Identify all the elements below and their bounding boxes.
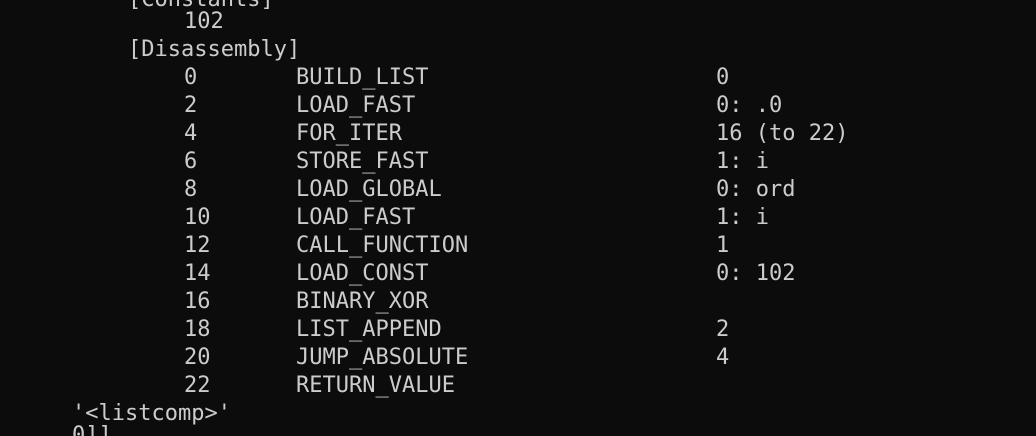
instruction-opcode: STORE_FAST: [296, 149, 429, 174]
instruction-row: 0 BUILD_LIST 0: [0, 64, 1036, 92]
instruction-offset: 2: [184, 93, 198, 118]
terminal-window[interactable]: [Constants] 102 [Disassembly] 0BUILD_LIS…: [0, 0, 1036, 436]
instruction-argument: 16 (to 22): [716, 121, 849, 146]
instruction-opcode: CALL_FUNCTION: [296, 233, 469, 258]
instruction-offset: 4: [184, 121, 198, 146]
instruction-opcode: FOR_ITER: [296, 121, 402, 146]
instruction-row: 4 FOR_ITER 16 (to 22): [0, 120, 1036, 148]
instruction-row: 10 LOAD_FAST 1: i: [0, 204, 1036, 232]
instruction-opcode: LOAD_GLOBAL: [296, 177, 442, 202]
instruction-opcode: JUMP_ABSOLUTE: [296, 345, 469, 370]
instruction-offset: 6: [184, 149, 198, 174]
instruction-row: 6 STORE_FAST 1: i: [0, 148, 1036, 176]
instruction-argument: 0: [716, 65, 730, 90]
instruction-offset: 8: [184, 177, 198, 202]
instruction-opcode: LIST_APPEND: [296, 317, 442, 342]
instruction-offset: 0: [184, 65, 198, 90]
disassembly-header: [Disassembly]: [128, 37, 301, 62]
instruction-offset: 16: [184, 289, 211, 314]
instruction-argument: 1: [716, 233, 730, 258]
constants-value: 102: [184, 9, 224, 34]
instruction-opcode: RETURN_VALUE: [296, 373, 455, 398]
next-line-partial: 0]]: [72, 423, 112, 436]
instruction-row: 20 JUMP_ABSOLUTE 4: [0, 344, 1036, 372]
instruction-opcode: LOAD_CONST: [296, 261, 429, 286]
instruction-row: 22 RETURN_VALUE: [0, 372, 1036, 400]
instruction-offset: 12: [184, 233, 211, 258]
instruction-argument: 4: [716, 345, 730, 370]
instruction-offset: 22: [184, 373, 211, 398]
instruction-offset: 18: [184, 317, 211, 342]
instruction-argument: 0: 102: [716, 261, 796, 286]
instruction-row: 12 CALL_FUNCTION 1: [0, 232, 1036, 260]
instruction-row: 2 LOAD_FAST 0: .0: [0, 92, 1036, 120]
instruction-argument: 0: .0: [716, 93, 783, 118]
instruction-offset: 20: [184, 345, 211, 370]
instruction-row: 8 LOAD_GLOBAL 0: ord: [0, 176, 1036, 204]
instruction-row: 18 LIST_APPEND 2: [0, 316, 1036, 344]
instruction-offset: 14: [184, 261, 211, 286]
instruction-opcode: LOAD_FAST: [296, 93, 416, 118]
instruction-argument: 1: i: [716, 205, 769, 230]
instruction-argument: 1: i: [716, 149, 769, 174]
instruction-argument: 0: ord: [716, 177, 796, 202]
instruction-offset: 10: [184, 205, 211, 230]
instruction-opcode: BUILD_LIST: [296, 65, 429, 90]
instruction-opcode: LOAD_FAST: [296, 205, 416, 230]
instruction-opcode: BINARY_XOR: [296, 289, 429, 314]
instruction-row: 14 LOAD_CONST 0: 102: [0, 260, 1036, 288]
instruction-argument: 2: [716, 317, 730, 342]
instruction-row: 16 BINARY_XOR: [0, 288, 1036, 316]
